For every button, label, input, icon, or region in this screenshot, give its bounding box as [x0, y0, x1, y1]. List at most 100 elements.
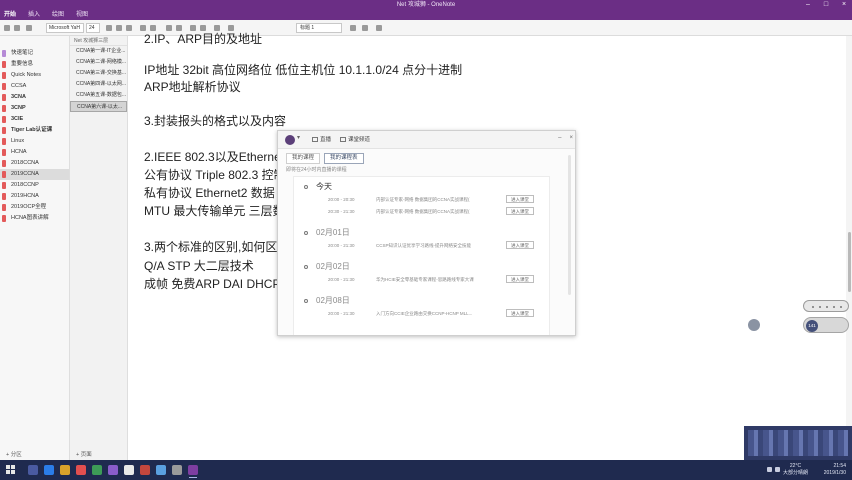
popup-minimize-icon[interactable]: –: [558, 135, 561, 141]
italic-icon[interactable]: [116, 25, 122, 31]
section-tab[interactable]: 3CNP: [0, 103, 69, 114]
floating-badge[interactable]: 141: [803, 317, 849, 333]
chevron-down-icon[interactable]: ▾: [297, 134, 300, 141]
tab-draw[interactable]: 绘图: [52, 10, 64, 20]
taskbar-app-icon[interactable]: [188, 465, 198, 478]
network-icon[interactable]: [767, 467, 772, 472]
tab-my-schedule[interactable]: 我的课程表: [324, 153, 364, 164]
page-tab[interactable]: CCNA第二课-网络模...: [70, 57, 127, 68]
floating-assistant-button[interactable]: [748, 319, 760, 331]
taskbar-app-icon[interactable]: [108, 465, 118, 475]
clear-format-icon[interactable]: [228, 25, 234, 31]
note-line[interactable]: MTU 最大传输单元 三层数据: [144, 204, 297, 218]
section-tab[interactable]: CCSA: [0, 81, 69, 92]
page-tab[interactable]: CCNA第三课-交换基...: [70, 68, 127, 79]
timeline-dot-icon: [304, 231, 308, 235]
enter-class-button[interactable]: 进入课堂: [506, 195, 534, 203]
add-page-button[interactable]: + 页面: [76, 450, 92, 458]
volume-icon[interactable]: [775, 467, 780, 472]
taskbar-app-icon[interactable]: [172, 465, 182, 475]
undo-icon[interactable]: [4, 25, 10, 31]
highlight-icon[interactable]: [140, 25, 146, 31]
popup-close-icon[interactable]: ×: [569, 135, 573, 141]
scrollbar-thumb[interactable]: [848, 232, 851, 292]
outdent-icon[interactable]: [190, 25, 196, 31]
note-line[interactable]: 公有协议 Triple 802.3 控制: [144, 168, 286, 182]
weather-widget[interactable]: 22°C 大部分晴朗: [783, 463, 808, 477]
bullets-icon[interactable]: [166, 25, 172, 31]
note-line[interactable]: 成帧 免费ARP DAI DHCP D: [144, 277, 292, 291]
maximize-icon[interactable]: □: [822, 0, 830, 10]
class-channel-button[interactable]: 课堂频道: [340, 136, 370, 144]
taskbar-app-icon[interactable]: [76, 465, 86, 475]
page-tab[interactable]: CCNA第六课-以太...: [70, 101, 127, 112]
indent-icon[interactable]: [200, 25, 206, 31]
section-tab[interactable]: 2018CCNP: [0, 180, 69, 191]
ribbon: Microsoft YaH 24 标题 1: [0, 20, 852, 36]
style-select[interactable]: 标题 1: [296, 23, 342, 33]
bold-icon[interactable]: [106, 25, 112, 31]
taskbar-app-icon[interactable]: [28, 465, 38, 475]
live-button[interactable]: 直播: [312, 136, 331, 144]
add-section-button[interactable]: + 分区: [6, 450, 22, 458]
camera-preview[interactable]: [744, 426, 852, 460]
section-tab[interactable]: Linux: [0, 136, 69, 147]
page-tab[interactable]: CCNA第四课-以太网...: [70, 79, 127, 90]
section-tab[interactable]: 2019CCNA: [0, 169, 69, 180]
timeline-dot-icon: [304, 299, 308, 303]
note-line[interactable]: Q/A STP 大二层技术: [144, 259, 254, 273]
taskbar-app-icon[interactable]: [156, 465, 166, 475]
timeline-dot-icon: [304, 185, 308, 189]
tab-insert[interactable]: 插入: [28, 10, 40, 20]
tag-icon[interactable]: [362, 25, 368, 31]
section-tab[interactable]: HCNA图表讲解: [0, 213, 69, 224]
section-tab[interactable]: 2019OCP全程: [0, 202, 69, 213]
clock[interactable]: 21:54 2019/1/30: [824, 463, 846, 477]
taskbar-app-icon[interactable]: [60, 465, 70, 475]
class-time: 20:00 - 20:30: [328, 197, 355, 202]
floating-toolbar[interactable]: [803, 300, 849, 312]
section-tab[interactable]: 2019HCNA: [0, 191, 69, 202]
note-line[interactable]: 私有协议 Ethernet2 数据: [144, 186, 275, 200]
section-tab[interactable]: HCNA: [0, 147, 69, 158]
section-tab[interactable]: 快速笔记: [0, 48, 69, 59]
windows-start-icon[interactable]: [6, 465, 15, 474]
note-line[interactable]: IP地址 32bit 高位网络位 低位主机位 10.1.1.0/24 点分十进制: [144, 63, 462, 77]
enter-class-button[interactable]: 进入课堂: [506, 207, 534, 215]
minimize-icon[interactable]: –: [804, 0, 812, 10]
section-tab[interactable]: Quick Notes: [0, 70, 69, 81]
notebook-name[interactable]: Net 攻城狮三层: [70, 36, 127, 46]
font-name-select[interactable]: Microsoft YaH: [46, 23, 84, 33]
popup-scrollbar[interactable]: [568, 155, 571, 295]
taskbar-app-icon[interactable]: [124, 465, 134, 475]
section-tab[interactable]: 3CNA: [0, 92, 69, 103]
clipboard-icon[interactable]: [26, 25, 32, 31]
page-tab[interactable]: CCNA第一课-IT企业...: [70, 46, 127, 57]
section-tab[interactable]: 2018CCNA: [0, 158, 69, 169]
font-color-icon[interactable]: [150, 25, 156, 31]
tab-view[interactable]: 视图: [76, 10, 88, 20]
enter-class-button[interactable]: 进入课堂: [506, 275, 534, 283]
note-line[interactable]: 3.封装报头的格式以及内容: [144, 114, 286, 128]
taskbar-app-icon[interactable]: [92, 465, 102, 475]
redo-icon[interactable]: [14, 25, 20, 31]
more-icon[interactable]: [376, 25, 382, 31]
section-tab[interactable]: 3CIE: [0, 114, 69, 125]
section-tab[interactable]: Tiger Lab认证课: [0, 125, 69, 136]
numbering-icon[interactable]: [176, 25, 182, 31]
section-tab[interactable]: 重要信息: [0, 59, 69, 70]
enter-class-button[interactable]: 进入课堂: [506, 309, 534, 317]
taskbar-app-icon[interactable]: [140, 465, 150, 475]
close-icon[interactable]: ×: [840, 0, 848, 10]
page-tab[interactable]: CCNA第五课-数据包...: [70, 90, 127, 101]
tab-home[interactable]: 开始: [4, 10, 16, 20]
align-icon[interactable]: [214, 25, 220, 31]
note-line[interactable]: 2.IP、ARP目的及地址: [144, 32, 262, 46]
taskbar-app-icon[interactable]: [44, 465, 54, 475]
font-size-select[interactable]: 24: [86, 23, 100, 33]
tab-my-courses[interactable]: 我的课程: [286, 153, 321, 164]
todo-tag-icon[interactable]: [350, 25, 356, 31]
underline-icon[interactable]: [126, 25, 132, 31]
enter-class-button[interactable]: 进入课堂: [506, 241, 534, 249]
note-line[interactable]: ARP地址解析协议: [144, 80, 241, 94]
